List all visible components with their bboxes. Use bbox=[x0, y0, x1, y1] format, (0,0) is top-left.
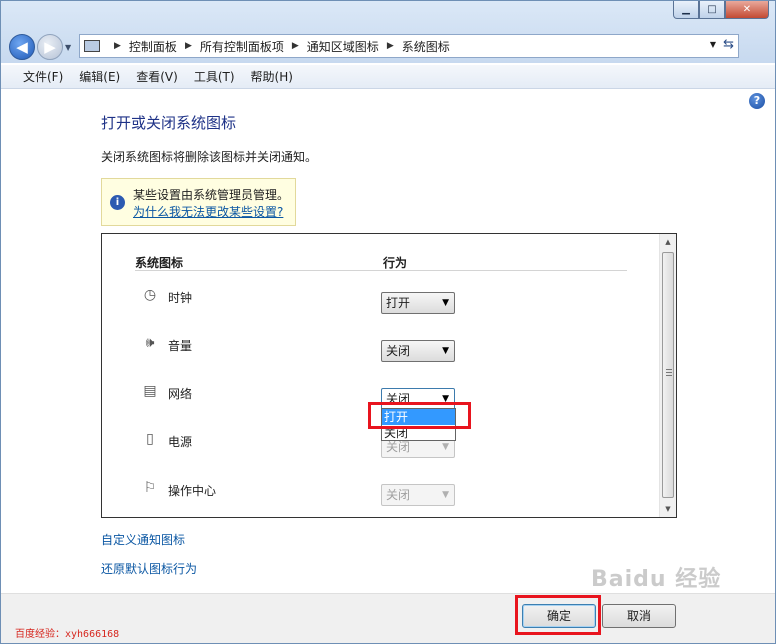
recent-pages-chevron-down-icon[interactable]: ▼ bbox=[65, 43, 71, 52]
row-name-clock: 时钟 bbox=[168, 291, 193, 305]
breadcrumb-separator-icon[interactable]: ▶ bbox=[185, 41, 192, 51]
row-name-power: 电源 bbox=[168, 435, 193, 449]
network-icon: ▤ bbox=[143, 383, 157, 399]
breadcrumb-item[interactable]: 通知区域图标 bbox=[307, 38, 379, 55]
header-divider bbox=[135, 270, 627, 271]
column-header-icon: 系统图标 bbox=[135, 256, 184, 270]
scroll-up-icon[interactable]: ▲ bbox=[660, 234, 676, 250]
row-name-volume: 音量 bbox=[168, 339, 193, 353]
column-header-behavior: 行为 bbox=[383, 256, 408, 270]
breadcrumb-item[interactable]: 控制面板 bbox=[129, 38, 177, 55]
breadcrumb-separator-icon[interactable]: ▶ bbox=[114, 41, 121, 51]
behavior-dropdown-list: 打开 关闭 bbox=[381, 408, 456, 441]
page-description: 关闭系统图标将删除该图标并关闭通知。 bbox=[101, 150, 318, 164]
computer-icon bbox=[84, 40, 100, 52]
breadcrumb-separator-icon[interactable]: ▶ bbox=[387, 41, 394, 51]
row-name-network: 网络 bbox=[168, 387, 193, 401]
maximize-button[interactable]: □ bbox=[699, 1, 725, 19]
breadcrumb-separator-icon[interactable]: ▶ bbox=[292, 41, 299, 51]
vertical-scrollbar[interactable]: ▲ ▼ bbox=[659, 234, 676, 517]
chevron-down-icon: ▼ bbox=[442, 346, 449, 356]
system-icons-list: 系统图标 行为 ◷ 时钟 打开 ▼ 🕪 音量 关闭 ▼ ▤ 网络 关闭 ▼ ▯ … bbox=[101, 233, 677, 518]
address-bar[interactable]: ▶ 控制面板 ▶ 所有控制面板项 ▶ 通知区域图标 ▶ 系统图标 ▼ ⇆ bbox=[79, 34, 739, 58]
notice-link[interactable]: 为什么我无法更改某些设置? bbox=[133, 203, 283, 220]
forward-button[interactable]: ▶ bbox=[37, 34, 63, 60]
behavior-select-network[interactable]: 关闭 ▼ bbox=[381, 388, 455, 410]
navigation-bar: ◀ ▶ ▼ ▶ 控制面板 ▶ 所有控制面板项 ▶ 通知区域图标 ▶ 系统图标 ▼… bbox=[1, 31, 775, 63]
back-button[interactable]: ◀ bbox=[9, 34, 35, 60]
scroll-down-icon[interactable]: ▼ bbox=[660, 501, 676, 517]
breadcrumb: ▶ 控制面板 ▶ 所有控制面板项 ▶ 通知区域图标 ▶ 系统图标 bbox=[106, 38, 450, 55]
grip-icon bbox=[666, 369, 672, 376]
admin-notice: i 某些设置由系统管理员管理。 为什么我无法更改某些设置? bbox=[101, 178, 296, 226]
select-value: 关闭 bbox=[386, 392, 411, 406]
select-value: 打开 bbox=[386, 296, 411, 310]
chevron-down-icon: ▼ bbox=[442, 394, 449, 404]
ok-button[interactable]: 确定 bbox=[522, 604, 596, 628]
menu-edit[interactable]: 编辑(E) bbox=[71, 68, 128, 85]
baidu-logo: Baidu 经验 bbox=[591, 567, 722, 592]
menu-view[interactable]: 查看(V) bbox=[128, 68, 186, 85]
customize-notification-icons-link[interactable]: 自定义通知图标 bbox=[101, 531, 185, 548]
chevron-down-icon: ▼ bbox=[442, 490, 449, 500]
info-icon: i bbox=[110, 195, 125, 210]
select-value: 关闭 bbox=[386, 488, 411, 502]
notice-text: 某些设置由系统管理员管理。 bbox=[133, 188, 290, 202]
window-chrome: ▁ □ ✕ ◀ ▶ ▼ ▶ 控制面板 ▶ 所有控制面板项 ▶ 通知区域图标 ▶ … bbox=[1, 1, 775, 63]
breadcrumb-item[interactable]: 所有控制面板项 bbox=[200, 38, 284, 55]
help-icon[interactable]: ? bbox=[749, 93, 765, 109]
chevron-down-icon: ▼ bbox=[442, 298, 449, 308]
dropdown-option-off[interactable]: 关闭 bbox=[382, 425, 455, 441]
select-value: 关闭 bbox=[386, 344, 411, 358]
clock-icon: ◷ bbox=[143, 287, 157, 303]
behavior-select-action-center: 关闭 ▼ bbox=[381, 484, 455, 506]
behavior-select-clock[interactable]: 打开 ▼ bbox=[381, 292, 455, 314]
address-history-chevron-down-icon[interactable]: ▼ bbox=[710, 40, 716, 49]
select-value: 关闭 bbox=[386, 440, 411, 454]
control-panel-window: ▁ □ ✕ ◀ ▶ ▼ ▶ 控制面板 ▶ 所有控制面板项 ▶ 通知区域图标 ▶ … bbox=[0, 0, 776, 644]
cancel-button[interactable]: 取消 bbox=[602, 604, 676, 628]
breadcrumb-item[interactable]: 系统图标 bbox=[402, 38, 450, 55]
refresh-icon[interactable]: ⇆ bbox=[723, 37, 734, 52]
flag-icon: ⚐ bbox=[143, 480, 157, 496]
dropdown-option-on[interactable]: 打开 bbox=[382, 409, 455, 425]
restore-default-link[interactable]: 还原默认图标行为 bbox=[101, 560, 197, 577]
volume-icon: 🕪 bbox=[145, 335, 155, 351]
menu-file[interactable]: 文件(F) bbox=[15, 68, 71, 85]
row-name-action-center: 操作中心 bbox=[168, 484, 217, 498]
page-title: 打开或关闭系统图标 bbox=[101, 114, 237, 132]
window-controls: ▁ □ ✕ bbox=[673, 1, 769, 19]
menu-bar: 文件(F) 编辑(E) 查看(V) 工具(T) 帮助(H) bbox=[1, 65, 775, 89]
menu-help[interactable]: 帮助(H) bbox=[243, 68, 301, 85]
behavior-select-volume[interactable]: 关闭 ▼ bbox=[381, 340, 455, 362]
watermark: 百度经验：xyh666168 bbox=[15, 629, 120, 640]
scroll-thumb[interactable] bbox=[662, 252, 674, 498]
close-button[interactable]: ✕ bbox=[725, 1, 769, 19]
minimize-button[interactable]: ▁ bbox=[673, 1, 699, 19]
menu-tools[interactable]: 工具(T) bbox=[186, 68, 243, 85]
power-icon: ▯ bbox=[146, 431, 154, 447]
